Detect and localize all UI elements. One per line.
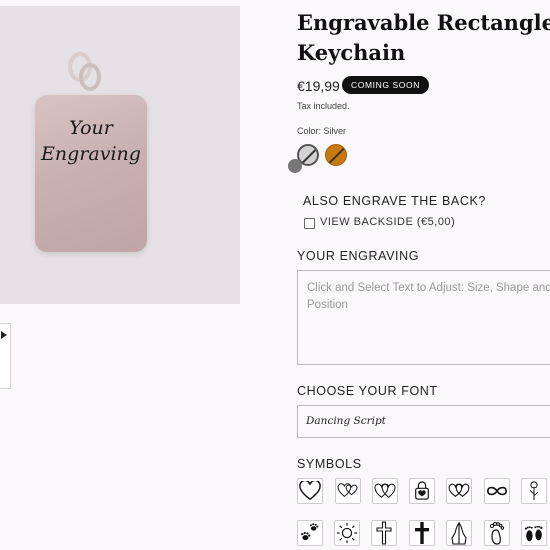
cross-outline-icon: [376, 521, 392, 545]
cross-solid-icon: [415, 522, 429, 544]
symbol-foot-outline-button[interactable]: [484, 520, 510, 546]
symbol-cross-solid-button[interactable]: [409, 520, 435, 546]
infinity-icon: [487, 486, 507, 496]
symbol-baby-feet-button[interactable]: [521, 520, 547, 546]
symbol-interlocked-hearts-button[interactable]: [372, 478, 398, 504]
video-thumbnail[interactable]: [0, 323, 11, 389]
symbol-paw-prints-button[interactable]: [297, 520, 323, 546]
symbol-linked-hearts-button[interactable]: [446, 478, 472, 504]
symbol-heart-lock-button[interactable]: [409, 478, 435, 504]
font-section-title: CHOOSE YOUR FONT: [297, 384, 438, 398]
symbol-rose-button[interactable]: [521, 478, 547, 504]
selected-indicator-dot: [288, 159, 302, 173]
symbol-sun-button[interactable]: [334, 520, 360, 546]
engraving-preview-line2: Engraving: [41, 143, 141, 165]
tax-note: Tax included.: [297, 101, 350, 111]
keyring-icon: [68, 52, 101, 91]
foot-outline-icon: [489, 522, 505, 545]
symbol-infinity-button[interactable]: [484, 478, 510, 504]
heart-lock-icon: [415, 481, 429, 500]
color-label: Color: Silver: [297, 126, 347, 136]
back-engrave-title: ALSO ENGRAVE THE BACK?: [303, 194, 486, 208]
double-heart-icon: [337, 483, 358, 498]
view-backside-text: VIEW BACKSIDE: [320, 216, 414, 228]
view-backside-price: (€5,00): [416, 216, 456, 228]
sun-icon: [336, 522, 358, 544]
symbols-section-title: SYMBOLS: [297, 457, 362, 471]
font-select-value: Dancing Script: [306, 415, 386, 427]
status-badge: COMING SOON: [342, 76, 429, 94]
engraving-placeholder: Click and Select Text to Adjust: Size, S…: [307, 282, 550, 311]
symbol-double-heart-button[interactable]: [335, 478, 361, 504]
view-backside-label[interactable]: VIEW BACKSIDE (€5,00): [320, 216, 455, 228]
color-swatch-gold[interactable]: [325, 144, 347, 166]
symbol-cross-outline-button[interactable]: [371, 520, 397, 546]
heart-icon: [299, 481, 321, 501]
linked-hearts-icon: [448, 483, 470, 498]
symbol-praying-hands-button[interactable]: [446, 520, 472, 546]
unavailable-slash-icon: [326, 145, 346, 165]
interlocked-hearts-icon: [374, 483, 396, 498]
engraving-preview-line1: Your: [69, 117, 113, 139]
font-select[interactable]: Dancing Script: [297, 405, 550, 438]
baby-feet-icon: [524, 525, 543, 542]
praying-hands-icon: [451, 521, 467, 545]
product-page: Your Engraving Engravable Rectangle Keyc…: [0, 0, 550, 550]
play-icon: [1, 331, 7, 339]
view-backside-checkbox[interactable]: [304, 218, 315, 229]
engraving-textarea[interactable]: Click and Select Text to Adjust: Size, S…: [297, 270, 550, 365]
product-price: €19,99: [297, 78, 340, 94]
rose-icon: [529, 481, 539, 501]
symbol-heart-button[interactable]: [297, 478, 323, 504]
paw-prints-icon: [301, 523, 319, 541]
product-title: Engravable Rectangle Keychain: [297, 10, 550, 65]
engraving-section-title: YOUR ENGRAVING: [297, 249, 420, 263]
